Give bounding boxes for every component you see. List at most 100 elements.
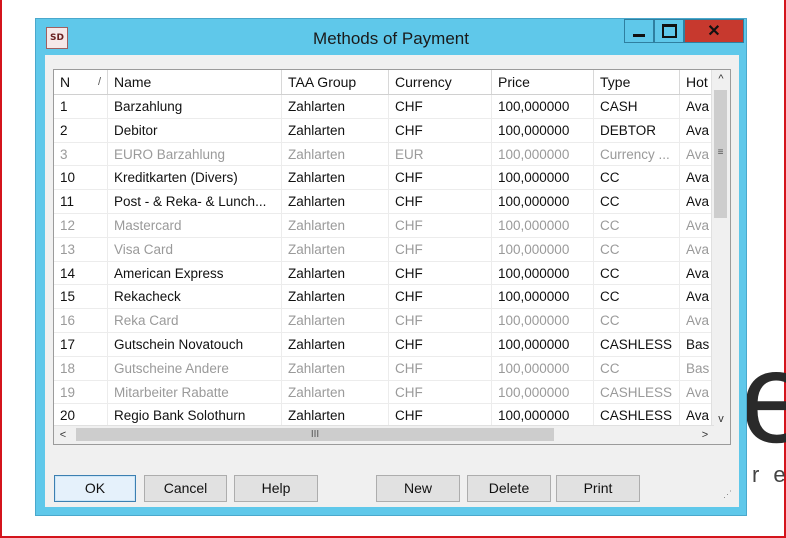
table-row[interactable]: 10 Kreditkarten (Divers) Zahlarten CHF 100,0… <box>54 166 714 191</box>
table-row[interactable]: 15 Rekacheck Zahlarten CHF 100,000000 CC Ava <box>54 285 714 310</box>
column-header-label: Name <box>114 74 152 90</box>
cell-taa: Zahlarten <box>282 118 389 142</box>
cell-taa: Zahlarten <box>282 261 389 285</box>
table-row[interactable]: 18 Gutscheine Andere Zahlarten CHF 100,00000… <box>54 356 714 381</box>
table-row[interactable]: 2 Debitor Zahlarten CHF 100,000000 DEBTOR Ava <box>54 118 714 143</box>
cell-nr: 18 <box>54 356 108 380</box>
resize-grip-icon[interactable]: ⋰ <box>723 490 735 503</box>
grid-header: N / Name TAA Group Currency Price Type Hot <box>54 70 714 95</box>
cell-taa: Zahlarten <box>282 166 389 190</box>
close-button[interactable]: ✕ <box>684 19 744 43</box>
cell-hot: Ava <box>680 118 714 142</box>
cell-currency: CHF <box>389 190 492 214</box>
cancel-button[interactable]: Cancel <box>144 475 227 502</box>
cell-hot: Ava <box>680 261 714 285</box>
cell-nr: 16 <box>54 309 108 333</box>
cell-currency: CHF <box>389 309 492 333</box>
cell-type: CASHLESS <box>594 380 680 404</box>
cell-name: American Express <box>108 261 282 285</box>
cell-nr: 19 <box>54 380 108 404</box>
table-row[interactable]: 14 American Express Zahlarten CHF 100,000000… <box>54 261 714 286</box>
ok-button[interactable]: OK <box>54 475 136 502</box>
cell-hot: Ava <box>680 190 714 214</box>
column-header-label: N <box>60 74 71 90</box>
table-row[interactable]: 1 Barzahlung Zahlarten CHF 100,000000 CASH Ava <box>54 95 714 119</box>
scroll-left-icon[interactable]: < <box>54 426 72 444</box>
column-header-name[interactable]: Name <box>108 70 282 94</box>
table-row[interactable]: 16 Reka Card Zahlarten CHF 100,000000 CC Ava <box>54 309 714 333</box>
cell-type: CC <box>594 356 680 380</box>
cell-name: Post - & Reka- & Lunch... <box>108 190 282 214</box>
cell-hot: Ava <box>680 380 714 404</box>
scroll-up-icon[interactable]: ^ <box>712 70 730 88</box>
horizontal-scrollbar[interactable]: < III > <box>54 425 714 444</box>
cell-taa: Zahlarten <box>282 285 389 309</box>
cell-name: Visa Card <box>108 237 282 261</box>
cell-price: 100,000000 <box>492 285 594 309</box>
maximize-button[interactable] <box>654 19 684 43</box>
cell-name: Gutschein Novatouch <box>108 332 282 356</box>
dialog-client-area: N / Name TAA Group Currency Price Type Hot 1 Bar… <box>45 55 739 507</box>
column-header-price[interactable]: Price <box>492 70 594 94</box>
scrollbar-corner <box>712 426 730 444</box>
payment-methods-dialog: SD Methods of Payment ✕ N / Name TAA Group C… <box>35 18 747 516</box>
window-controls: ✕ <box>624 19 744 45</box>
cell-type: DEBTOR <box>594 118 680 142</box>
table-row[interactable]: 12 Mastercard Zahlarten CHF 100,000000 CC Ava <box>54 213 714 238</box>
vertical-scroll-thumb[interactable]: ≡ <box>714 90 727 218</box>
column-header-nr[interactable]: N / <box>54 70 108 94</box>
column-header-type[interactable]: Type <box>594 70 680 94</box>
title-bar[interactable]: SD Methods of Payment ✕ <box>36 19 746 59</box>
cell-hot: Ava <box>680 237 714 261</box>
vertical-scrollbar[interactable]: ^ ≡ v <box>711 70 730 428</box>
table-row[interactable]: 13 Visa Card Zahlarten CHF 100,000000 CC Ava <box>54 237 714 262</box>
horizontal-scroll-thumb[interactable]: III <box>76 428 554 441</box>
cell-name: EURO Barzahlung <box>108 142 282 166</box>
cell-hot: Ava <box>680 309 714 333</box>
cell-taa: Zahlarten <box>282 309 389 333</box>
column-header-label: Currency <box>395 74 452 90</box>
cell-nr: 17 <box>54 332 108 356</box>
cell-price: 100,000000 <box>492 309 594 333</box>
help-button[interactable]: Help <box>234 475 318 502</box>
cell-name: Barzahlung <box>108 95 282 118</box>
cell-price: 100,000000 <box>492 380 594 404</box>
maximize-icon <box>661 24 677 38</box>
column-header-hot[interactable]: Hot <box>680 70 714 94</box>
cell-name: Rekacheck <box>108 285 282 309</box>
table-row[interactable]: 3 EURO Barzahlung Zahlarten EUR 100,000000 Cu… <box>54 142 714 167</box>
table-row[interactable]: 17 Gutschein Novatouch Zahlarten CHF 100,000… <box>54 332 714 357</box>
table-row[interactable]: 19 Mitarbeiter Rabatte Zahlarten CHF 100,000… <box>54 380 714 405</box>
cell-nr: 11 <box>54 190 108 214</box>
cell-price: 100,000000 <box>492 166 594 190</box>
cell-type: CASH <box>594 95 680 118</box>
column-header-taa[interactable]: TAA Group <box>282 70 389 94</box>
cell-hot: Ava <box>680 285 714 309</box>
new-button[interactable]: New <box>376 475 460 502</box>
delete-button[interactable]: Delete <box>467 475 551 502</box>
grid-rows: 1 Barzahlung Zahlarten CHF 100,000000 CASH Ava… <box>54 95 714 444</box>
cell-price: 100,000000 <box>492 118 594 142</box>
cell-currency: CHF <box>389 261 492 285</box>
cell-nr: 1 <box>54 95 108 118</box>
cell-name: Kreditkarten (Divers) <box>108 166 282 190</box>
cell-nr: 3 <box>54 142 108 166</box>
table-row[interactable]: 11 Post - & Reka- & Lunch... Zahlarten CHF 1… <box>54 190 714 214</box>
cell-type: CC <box>594 237 680 261</box>
cell-type: CC <box>594 213 680 237</box>
cell-price: 100,000000 <box>492 332 594 356</box>
cell-hot: Bas <box>680 332 714 356</box>
cell-taa: Zahlarten <box>282 142 389 166</box>
cell-name: Gutscheine Andere <box>108 356 282 380</box>
minimize-icon <box>633 33 645 37</box>
column-header-currency[interactable]: Currency <box>389 70 492 94</box>
cell-nr: 14 <box>54 261 108 285</box>
print-button[interactable]: Print <box>556 475 640 502</box>
cell-hot: Ava <box>680 142 714 166</box>
cell-nr: 2 <box>54 118 108 142</box>
cell-taa: Zahlarten <box>282 332 389 356</box>
minimize-button[interactable] <box>624 19 654 43</box>
cell-price: 100,000000 <box>492 356 594 380</box>
cell-nr: 10 <box>54 166 108 190</box>
cell-type: Currency ... <box>594 142 680 166</box>
